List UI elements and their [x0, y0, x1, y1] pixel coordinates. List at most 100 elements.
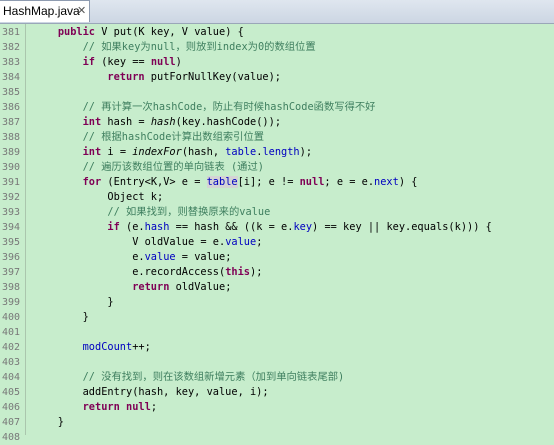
code-text: e.value = value; [33, 250, 231, 265]
code-line[interactable]: 396 e.value = value; [0, 250, 554, 265]
code-text: int i = indexFor(hash, table.length); [33, 145, 312, 160]
code-token: (Entry<K,V> e = [101, 176, 207, 188]
code-token: ); [299, 146, 313, 158]
tab-hashmap-java[interactable]: HashMap.java ✕ [0, 0, 90, 22]
code-text: // 没有找到，则在该数组新增元素（加到单向链表尾部) [33, 370, 345, 385]
code-line[interactable]: 407 } [0, 415, 554, 430]
code-token: (key == [95, 56, 151, 68]
code-field: modCount [82, 341, 133, 353]
code-line[interactable]: 388 // 根据hashCode计算出数组索引位置 [0, 130, 554, 145]
editor-window: HashMap.java ✕ 381 public V put(K key, V… [0, 0, 554, 443]
code-token: ) == key || key.equals(k))) { [312, 221, 492, 233]
code-keyword: int [82, 146, 102, 158]
code-keyword: return [107, 71, 145, 83]
code-line[interactable]: 387 int hash = hash(key.hashCode()); [0, 115, 554, 130]
code-keyword: for [82, 176, 102, 188]
code-line[interactable]: 397 e.recordAccess(this); [0, 265, 554, 280]
code-line[interactable]: 402 modCount++; [0, 340, 554, 355]
code-text: return oldValue; [33, 280, 231, 295]
close-icon[interactable]: ✕ [77, 4, 86, 17]
code-text: // 如果找到，则替换原来的value [33, 205, 270, 220]
code-comment: // 如果key为null，则放到index为0的数组位置 [82, 41, 316, 53]
code-token: e. [33, 251, 145, 263]
code-keyword: null [299, 176, 325, 188]
line-number: 389 [2, 147, 21, 158]
code-text: return null; [33, 400, 157, 415]
line-number: 382 [2, 42, 21, 53]
code-line[interactable]: 408 [0, 430, 554, 445]
line-number: 404 [2, 372, 21, 383]
code-token: ; [150, 401, 158, 413]
code-text: // 如果key为null，则放到index为0的数组位置 [33, 40, 316, 55]
code-line[interactable]: 382 // 如果key为null，则放到index为0的数组位置 [0, 40, 554, 55]
code-line[interactable]: 385 [0, 85, 554, 100]
code-line[interactable]: 389 int i = indexFor(hash, table.length)… [0, 145, 554, 160]
code-token: } [33, 416, 64, 428]
code-token: V oldValue = e. [33, 236, 226, 248]
code-token: putForNullKey(value); [144, 71, 281, 83]
code-token: addEntry(hash, key, value, i); [33, 386, 269, 398]
line-number: 385 [2, 87, 21, 98]
code-line[interactable]: 386 // 再计算一次hashCode，防止有时候hashCode函数写得不好 [0, 100, 554, 115]
code-field: table [225, 146, 257, 158]
code-token: == hash && ((k = e. [169, 221, 294, 233]
code-line[interactable]: 395 V oldValue = e.value; [0, 235, 554, 250]
code-line[interactable]: 383 if (key == null) [0, 55, 554, 70]
code-token: (key.hashCode()); [175, 116, 282, 128]
line-number: 381 [2, 27, 21, 38]
code-line[interactable]: 405 addEntry(hash, key, value, i); [0, 385, 554, 400]
code-token: hash = [101, 116, 151, 128]
line-number: 386 [2, 102, 21, 113]
code-line[interactable]: 394 if (e.hash == hash && ((k = e.key) =… [0, 220, 554, 235]
code-text: } [33, 310, 89, 325]
line-number: 403 [2, 357, 21, 368]
line-number: 407 [2, 417, 21, 428]
code-line[interactable]: 400 } [0, 310, 554, 325]
code-text: modCount++; [33, 340, 151, 355]
line-number: 405 [2, 387, 21, 398]
code-token: V put(K key, V value) { [95, 26, 244, 38]
code-text: V oldValue = e.value; [33, 235, 262, 250]
line-number: 398 [2, 282, 21, 293]
code-field: length [262, 146, 300, 158]
code-line[interactable]: 393 // 如果找到，则替换原来的value [0, 205, 554, 220]
code-text: // 再计算一次hashCode，防止有时候hashCode函数写得不好 [33, 100, 376, 115]
code-line[interactable]: 403 [0, 355, 554, 370]
line-number: 406 [2, 402, 21, 413]
line-number: 399 [2, 297, 21, 308]
code-line[interactable]: 391 for (Entry<K,V> e = table[i]; e != n… [0, 175, 554, 190]
code-text: if (e.hash == hash && ((k = e.key) == ke… [33, 220, 492, 235]
code-line[interactable]: 381 public V put(K key, V value) { [0, 25, 554, 40]
code-comment: // 根据hashCode计算出数组索引位置 [82, 131, 265, 143]
code-field: value [144, 251, 176, 263]
code-editor[interactable]: 381 public V put(K key, V value) {382 //… [0, 24, 554, 443]
line-number: 396 [2, 252, 21, 263]
line-number: 401 [2, 327, 21, 338]
code-static-call: indexFor [132, 146, 182, 158]
code-field-highlighted: table [206, 176, 238, 188]
code-line[interactable]: 398 return oldValue; [0, 280, 554, 295]
code-keyword: this [225, 266, 250, 278]
code-token: } [33, 296, 114, 308]
code-line[interactable]: 399 } [0, 295, 554, 310]
code-line[interactable]: 390 // 遍历该数组位置的单向链表 (通过) [0, 160, 554, 175]
code-line[interactable]: 406 return null; [0, 400, 554, 415]
code-line[interactable]: 401 [0, 325, 554, 340]
line-number: 388 [2, 132, 21, 143]
code-text: public V put(K key, V value) { [33, 25, 244, 40]
code-line[interactable]: 404 // 没有找到，则在该数组新增元素（加到单向链表尾部) [0, 370, 554, 385]
code-text: int hash = hash(key.hashCode()); [33, 115, 281, 130]
line-number: 397 [2, 267, 21, 278]
line-number: 402 [2, 342, 21, 353]
code-line[interactable]: 392 Object k; [0, 190, 554, 205]
code-line[interactable]: 384 return putForNullKey(value); [0, 70, 554, 85]
line-number: 393 [2, 207, 21, 218]
